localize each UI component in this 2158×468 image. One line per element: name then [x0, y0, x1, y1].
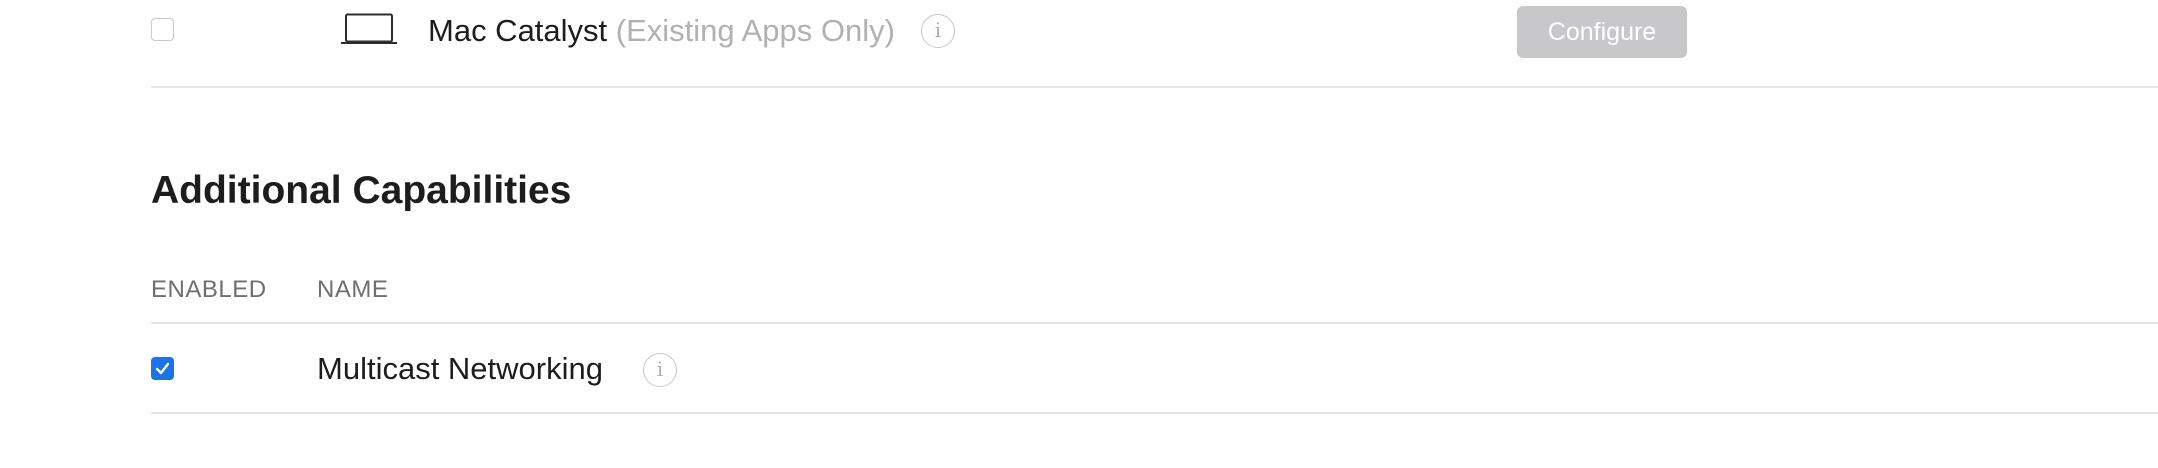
mac-catalyst-label: Mac Catalyst (Existing Apps Only) — [428, 13, 895, 49]
mac-catalyst-checkbox[interactable] — [151, 18, 174, 41]
multicast-networking-checkbox[interactable] — [151, 357, 174, 380]
configure-button[interactable]: Configure — [1517, 6, 1687, 58]
platform-note: (Existing Apps Only) — [615, 13, 895, 48]
divider — [151, 412, 2158, 414]
capability-name: Multicast Networking — [317, 351, 603, 386]
platform-row-mac-catalyst: Mac Catalyst (Existing Apps Only) i Conf… — [0, 0, 2158, 87]
divider — [151, 86, 2158, 88]
info-icon[interactable]: i — [921, 14, 955, 48]
section-title: Additional Capabilities — [151, 169, 572, 212]
laptop-icon — [341, 13, 397, 44]
checkmark-icon — [155, 362, 170, 375]
column-header-name: NAME — [317, 276, 389, 303]
divider — [151, 322, 2158, 324]
platform-name: Mac Catalyst — [428, 13, 608, 48]
capabilities-page: Mac Catalyst (Existing Apps Only) i Conf… — [0, 0, 2158, 468]
column-header-enabled: ENABLED — [151, 276, 267, 303]
info-icon[interactable]: i — [643, 353, 677, 387]
